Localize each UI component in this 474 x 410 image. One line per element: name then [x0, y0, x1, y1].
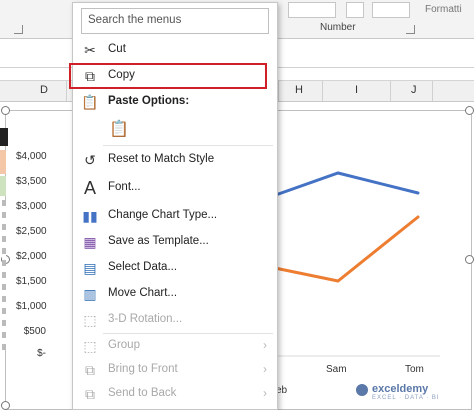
watermark-tagline: EXCEL · DATA · BI — [372, 395, 440, 401]
menu-item-save-template-label: Save as Template... — [108, 235, 209, 247]
rotation-icon: ⬚ — [83, 312, 97, 328]
menu-item-font-label: Font... — [108, 181, 141, 193]
search-menus-input[interactable]: Search the menus — [81, 8, 269, 34]
bring-front-icon: ⧉ — [85, 362, 95, 378]
send-back-icon: ⧉ — [85, 386, 95, 402]
search-menus-placeholder: Search the menus — [88, 14, 182, 26]
menu-item-font[interactable]: A Font... — [73, 175, 277, 201]
font-icon: A — [83, 178, 96, 198]
submenu-arrow-icon: › — [263, 362, 267, 376]
select-data-icon: ▤ — [83, 260, 97, 276]
copy-icon: ⧉ — [85, 68, 95, 84]
menu-item-paste-options-label: Paste Options: — [108, 95, 190, 107]
menu-item-paste-options: 📋 Paste Options: — [73, 89, 277, 115]
series-line-orange[interactable] — [268, 215, 420, 283]
menu-item-bring-to-front-label: Bring to Front — [108, 363, 178, 375]
menu-item-group[interactable]: ⬚ Group › — [73, 333, 277, 359]
scissors-icon: ✂ — [84, 42, 96, 58]
submenu-arrow-icon: › — [263, 386, 267, 400]
clipboard-icon: 📋 — [81, 94, 99, 110]
reset-style-icon: ↺ — [84, 152, 96, 168]
menu-item-copy[interactable]: ⧉ Copy — [69, 63, 267, 89]
menu-item-move-chart-label: Move Chart... — [108, 287, 178, 299]
menu-item-send-to-back-label: Send to Back — [108, 387, 177, 399]
menu-item-reset-style-label: Reset to Match Style — [108, 153, 215, 165]
menu-item-select-data[interactable]: ▤ Select Data... — [73, 255, 277, 281]
menu-item-save-template[interactable]: ▦ Save as Template... — [73, 229, 277, 255]
menu-item-cut[interactable]: ✂ Cut — [73, 37, 277, 63]
menu-item-change-chart-type-label: Change Chart Type... — [108, 209, 218, 221]
context-menu[interactable]: Search the menus ✂ Cut ⧉ Copy 📋 Paste Op… — [69, 2, 278, 410]
menu-item-3d-rotation[interactable]: ⬚ 3-D Rotation... — [73, 307, 277, 333]
exceldemy-watermark: exceldemy EXCEL · DATA · BI — [356, 383, 440, 401]
menu-item-group-label: Group — [108, 339, 140, 351]
series-line-blue[interactable] — [268, 171, 420, 199]
submenu-arrow-icon: › — [263, 338, 267, 352]
menu-item-send-to-back[interactable]: ⧉ Send to Back › — [73, 381, 277, 407]
paste-clipboard-icon: 📋 — [109, 121, 129, 138]
paste-option-button[interactable]: 📋 — [107, 117, 129, 141]
template-icon: ▦ — [83, 234, 97, 250]
group-icon: ⬚ — [83, 338, 97, 354]
bar-chart-icon: ▮▮ — [82, 208, 98, 224]
move-chart-icon: ▥ — [83, 286, 97, 302]
exceldemy-logo-icon — [356, 384, 368, 396]
menu-item-cut-label: Cut — [108, 43, 126, 55]
menu-item-bring-to-front[interactable]: ⧉ Bring to Front › — [73, 357, 277, 383]
menu-item-move-chart[interactable]: ▥ Move Chart... — [73, 281, 277, 307]
menu-item-reset-style[interactable]: ↺ Reset to Match Style — [73, 147, 277, 173]
menu-item-3d-rotation-label: 3-D Rotation... — [108, 313, 183, 325]
x-category-label: Tom — [405, 364, 424, 375]
menu-item-copy-label: Copy — [108, 69, 135, 81]
menu-item-change-chart-type[interactable]: ▮▮ Change Chart Type... — [73, 203, 277, 229]
x-category-label: Sam — [326, 364, 347, 375]
watermark-name: exceldemy — [372, 383, 429, 395]
menu-item-select-data-label: Select Data... — [108, 261, 178, 273]
